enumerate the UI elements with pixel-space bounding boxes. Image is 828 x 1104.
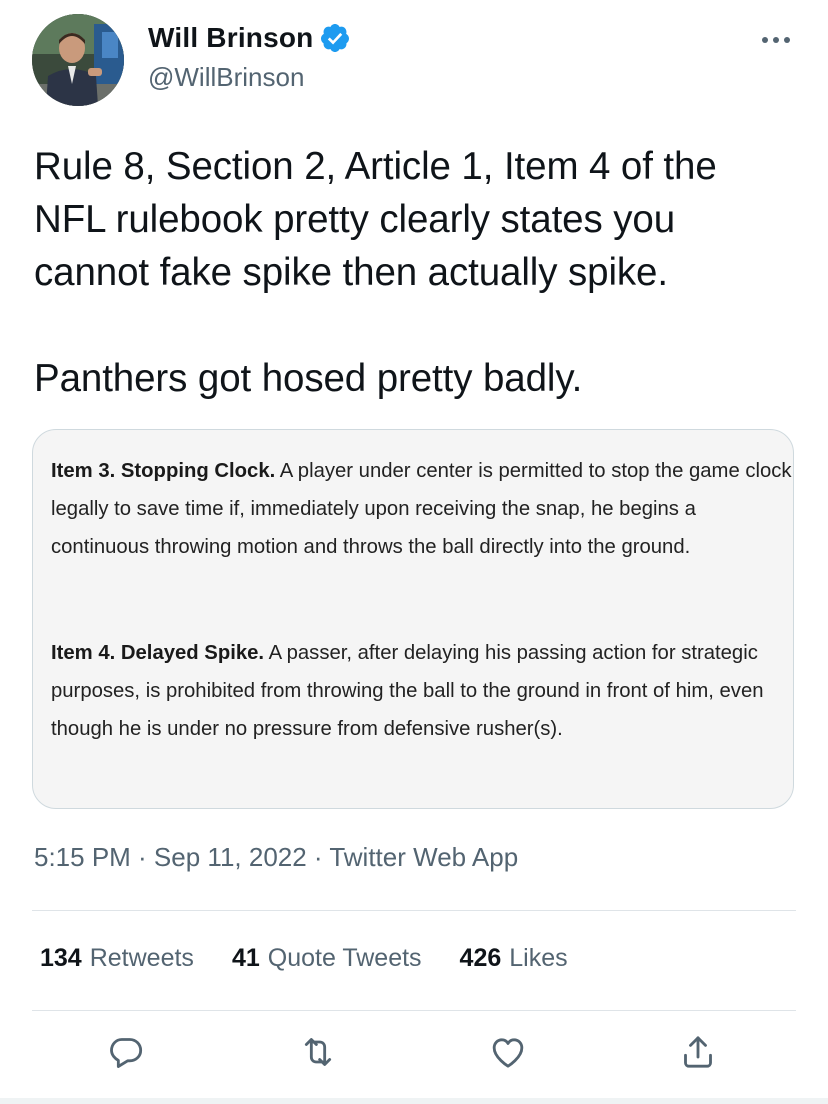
quote-tweet-count: 41 <box>231 944 260 972</box>
tweet-header: Will Brinson @WillBrinson <box>0 0 828 120</box>
author-name-row: Will Brinson <box>148 22 351 54</box>
share-icon[interactable] <box>678 1032 724 1078</box>
tweet-actions <box>0 1032 828 1084</box>
retweet-icon[interactable] <box>298 1032 344 1078</box>
retweet-label: Retweets <box>89 944 194 972</box>
quote-tweet-label: Quote Tweets <box>267 944 422 972</box>
like-label: Likes <box>509 944 568 972</box>
rule-item-3: Item 3. Stopping Clock. A player under c… <box>51 452 793 566</box>
like-icon[interactable] <box>488 1032 534 1078</box>
rule-item-4: Item 4. Delayed Spike. A passer, after d… <box>51 634 793 748</box>
verified-badge-icon <box>319 22 351 54</box>
more-options-icon[interactable] <box>758 28 794 52</box>
rule-item-4-title: Item 4. Delayed Spike. <box>51 642 265 664</box>
divider-top <box>32 910 796 911</box>
stat-quote-tweets[interactable]: 41 Quote Tweets <box>232 944 422 973</box>
author-display-name[interactable]: Will Brinson <box>148 22 313 54</box>
reply-icon[interactable] <box>106 1032 152 1078</box>
tweet-timestamp[interactable]: 5:15 PM · Sep 11, 2022 · Twitter Web App <box>34 842 518 873</box>
avatar[interactable] <box>32 14 124 106</box>
divider-bottom <box>32 1010 796 1011</box>
rule-item-3-title: Item 3. Stopping Clock. <box>51 460 276 482</box>
author-handle[interactable]: @WillBrinson <box>148 62 304 93</box>
engagement-stats: 134 Retweets 41 Quote Tweets 426 Likes <box>40 944 568 973</box>
attached-image-rulebook[interactable]: Item 3. Stopping Clock. A player under c… <box>32 429 794 809</box>
stat-likes[interactable]: 426 Likes <box>460 944 568 973</box>
retweet-count: 134 <box>40 944 82 972</box>
bottom-separator <box>0 1098 828 1104</box>
avatar-image <box>32 14 124 106</box>
like-count: 426 <box>459 944 502 972</box>
tweet-text: Rule 8, Section 2, Article 1, Item 4 of … <box>34 145 717 400</box>
stat-retweets[interactable]: 134 Retweets <box>40 944 194 973</box>
